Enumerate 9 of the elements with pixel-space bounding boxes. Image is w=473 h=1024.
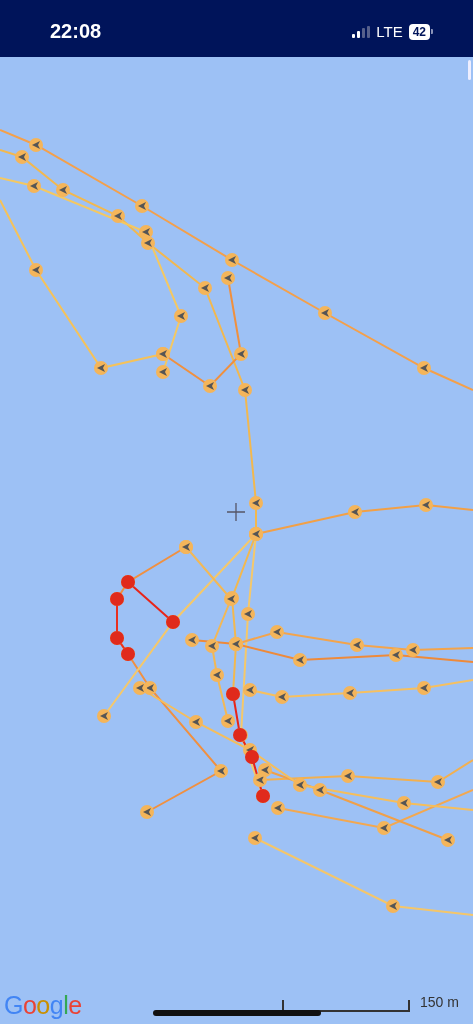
crosshair-icon [227,503,245,521]
signal-icon [352,25,371,38]
status-time: 22:08 [50,19,103,43]
scroll-indicator [468,60,471,80]
home-indicator[interactable] [153,1010,321,1016]
battery-icon: 42 [408,23,433,40]
scale-label: 150 m [420,994,459,1010]
network-label: LTE [376,23,403,40]
google-logo: Google [4,991,82,1020]
